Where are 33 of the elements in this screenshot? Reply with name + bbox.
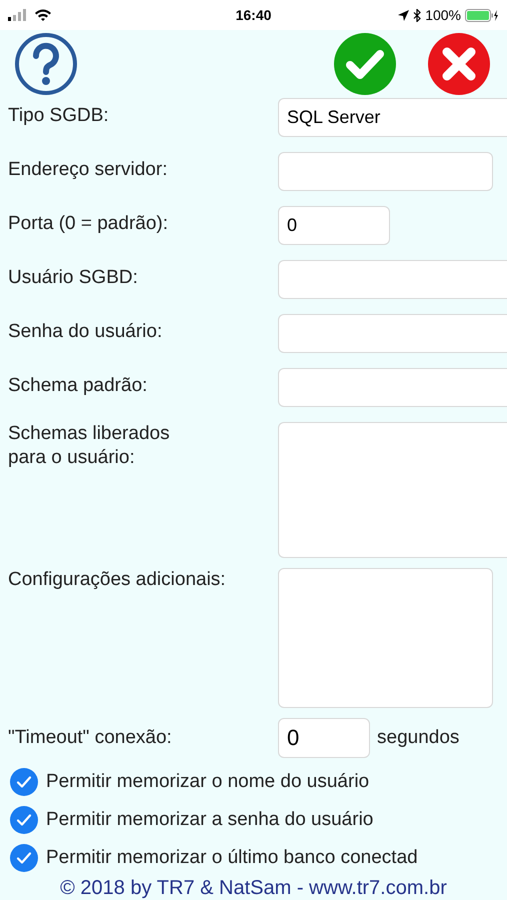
copyright-footer: © 2018 by TR7 & NatSam - www.tr7.com.br: [60, 877, 447, 899]
bluetooth-icon: [413, 8, 422, 22]
field-label: Schema padrão:: [8, 374, 148, 398]
unit-label: segundos: [377, 726, 460, 750]
input-field[interactable]: [278, 368, 507, 407]
field-label: Endereço servidor:: [8, 158, 168, 182]
field-label: Configurações adicionais:: [8, 568, 227, 592]
checked-checkbox-icon[interactable]: [10, 768, 38, 796]
input-field[interactable]: [278, 260, 507, 299]
option-label[interactable]: Permitir memorizar o nome do usuário: [46, 768, 370, 796]
input-field[interactable]: 0: [278, 206, 390, 245]
input-field[interactable]: [278, 152, 493, 191]
input-field[interactable]: [278, 314, 507, 353]
field-label: Schemas liberados para o usuário:: [8, 422, 171, 470]
help-icon[interactable]: [14, 32, 78, 96]
wifi-icon: [35, 9, 51, 21]
dbms-select[interactable]: SQL Server: [278, 98, 507, 137]
field-label: Porta (0 = padrão):: [8, 212, 170, 236]
checked-checkbox-icon[interactable]: [10, 844, 38, 872]
location-arrow-icon: [398, 10, 410, 20]
field-label: Tipo SGDB:: [8, 104, 110, 128]
battery-percent: 100%: [425, 6, 461, 24]
option-label[interactable]: Permitir memorizar a senha do usuário: [46, 806, 374, 834]
checked-checkbox-icon[interactable]: [10, 806, 38, 834]
close-icon[interactable]: [427, 32, 491, 96]
clock: 16:40: [234, 6, 272, 24]
option-label[interactable]: Permitir memorizar o último banco conectad: [46, 844, 418, 872]
field-label: Senha do usuário:: [8, 320, 164, 344]
battery-charging-icon: [465, 8, 499, 22]
confirm-check-icon[interactable]: [333, 32, 397, 96]
field-label: "Timeout" conexão:: [8, 726, 173, 750]
field-label: Usuário SGBD:: [8, 266, 139, 290]
timeout-field[interactable]: 0: [278, 718, 370, 758]
